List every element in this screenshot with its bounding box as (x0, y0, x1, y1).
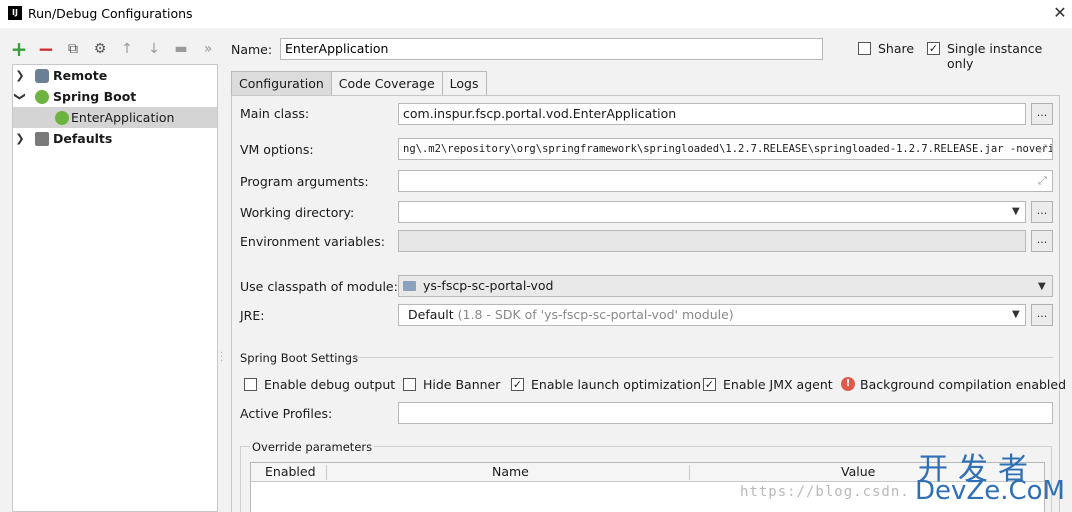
move-up-button[interactable]: ↑ (118, 40, 136, 58)
close-icon[interactable]: ✕ (1050, 3, 1070, 23)
hide-banner-checkbox[interactable] (403, 378, 416, 391)
expand-icon[interactable]: ⤢ (1038, 174, 1047, 188)
vm-options-label: VM options: (240, 142, 314, 157)
classpath-module-value: ys-fscp-sc-portal-vod (423, 278, 554, 293)
tree-item-label: Remote (53, 68, 108, 83)
chevron-down-icon[interactable]: ▼ (1038, 281, 1046, 292)
tab-configuration[interactable]: Configuration (231, 71, 332, 95)
title-bar: IJ Run/Debug Configurations ✕ (0, 0, 1072, 28)
chevron-right-icon[interactable]: ❯ (15, 69, 25, 82)
remove-configuration-button[interactable]: − (37, 37, 55, 61)
single-instance-checkbox[interactable]: ✓ (927, 42, 940, 55)
expand-icon[interactable]: ⤢ (1038, 142, 1047, 156)
config-tabs: Configuration Code Coverage Logs (231, 71, 487, 95)
launch-optimization-checkbox[interactable]: ✓ (511, 378, 524, 391)
tab-logs[interactable]: Logs (441, 71, 487, 95)
remote-icon (35, 69, 49, 83)
add-configuration-button[interactable]: + (10, 37, 28, 61)
main-class-input[interactable]: com.inspur.fscp.portal.vod.EnterApplicat… (398, 103, 1026, 125)
folder-icon[interactable]: ▬ (172, 40, 190, 58)
environment-variables-browse-button[interactable]: ... (1031, 230, 1053, 252)
background-compilation-label: Background compilation enabled (860, 377, 1067, 392)
spring-boot-app-icon (55, 111, 69, 125)
jre-value-detail: (1.8 - SDK of 'ys-fscp-sc-portal-vod' mo… (457, 307, 734, 322)
tree-toolbar: + − ⧉ ⚙ ↑ ↓ ▬ » (10, 37, 217, 61)
more-actions-icon[interactable]: » (199, 40, 217, 58)
column-enabled[interactable]: Enabled (265, 464, 316, 479)
watermark-url: https://blog.csdn. (740, 484, 910, 500)
chevron-down-icon[interactable]: ▼ (1012, 206, 1020, 217)
wrench-icon (35, 132, 49, 146)
classpath-module-select[interactable]: ys-fscp-sc-portal-vod (398, 275, 1053, 297)
spring-boot-settings-title: Spring Boot Settings (240, 351, 359, 365)
warning-icon: ! (841, 377, 855, 391)
watermark-logo: 开发者 DevZe.CoM (910, 440, 1072, 512)
watermark-en-text: DevZe.CoM (915, 476, 1065, 506)
section-divider (353, 357, 1053, 358)
active-profiles-label: Active Profiles: (240, 406, 333, 421)
tree-item-label: Spring Boot (53, 89, 137, 104)
tab-code-coverage[interactable]: Code Coverage (330, 71, 443, 95)
column-separator (326, 465, 327, 480)
tree-item-spring-boot[interactable]: ❯ Spring Boot (13, 86, 217, 107)
jre-label: JRE: (240, 308, 265, 323)
tree-item-remote[interactable]: ❯ Remote (13, 65, 217, 86)
chevron-down-icon[interactable]: ❯ (14, 92, 27, 102)
share-label: Share (878, 41, 915, 56)
enable-debug-label: Enable debug output (264, 377, 396, 392)
program-arguments-label: Program arguments: (240, 174, 369, 189)
hide-banner-label: Hide Banner (423, 377, 501, 392)
name-label: Name: (231, 42, 273, 57)
active-profiles-input[interactable] (398, 402, 1053, 424)
main-class-label: Main class: (240, 106, 310, 121)
environment-variables-input[interactable] (398, 230, 1026, 252)
environment-variables-label: Environment variables: (240, 234, 385, 249)
share-checkbox[interactable] (858, 42, 871, 55)
module-folder-icon (403, 281, 416, 291)
splitter-handle[interactable]: · · · (220, 349, 223, 367)
vm-options-input[interactable]: ng\.m2\repository\org\springframework\sp… (398, 138, 1053, 160)
jmx-agent-checkbox[interactable]: ✓ (703, 378, 716, 391)
chevron-down-icon[interactable]: ▼ (1012, 309, 1020, 320)
jmx-agent-label: Enable JMX agent (723, 377, 833, 392)
enable-debug-checkbox[interactable] (244, 378, 257, 391)
launch-optimization-label: Enable launch optimization (531, 377, 702, 392)
jre-select[interactable]: Default (1.8 - SDK of 'ys-fscp-sc-portal… (398, 304, 1026, 326)
chevron-right-icon[interactable]: ❯ (15, 132, 25, 145)
spring-boot-icon (35, 90, 49, 104)
tree-item-label: Defaults (53, 131, 113, 146)
program-arguments-input[interactable] (398, 170, 1053, 192)
tree-item-label: EnterApplication (71, 110, 175, 125)
edit-defaults-button[interactable]: ⚙ (91, 40, 109, 58)
single-instance-label: Single instance only (947, 41, 1043, 71)
column-value[interactable]: Value (841, 464, 875, 479)
configuration-tree[interactable]: ❯ Remote ❯ Spring Boot EnterApplication … (12, 64, 218, 512)
jre-value-main: Default (408, 307, 454, 322)
name-input[interactable]: EnterApplication (280, 38, 823, 60)
jre-browse-button[interactable]: ... (1031, 304, 1053, 326)
tree-item-enter-application[interactable]: EnterApplication (13, 107, 217, 128)
column-name[interactable]: Name (492, 464, 529, 479)
override-parameters-title: Override parameters (250, 440, 375, 454)
intellij-app-icon: IJ (8, 6, 22, 20)
window-title: Run/Debug Configurations (28, 6, 193, 21)
tree-item-defaults[interactable]: ❯ Defaults (13, 128, 217, 149)
working-directory-input[interactable] (398, 201, 1026, 223)
classpath-module-label: Use classpath of module: (240, 279, 398, 294)
working-directory-browse-button[interactable]: ... (1031, 201, 1053, 223)
copy-configuration-button[interactable]: ⧉ (64, 40, 82, 58)
column-separator (689, 465, 690, 480)
working-directory-label: Working directory: (240, 205, 355, 220)
move-down-button[interactable]: ↓ (145, 40, 163, 58)
main-class-browse-button[interactable]: ... (1031, 103, 1053, 125)
